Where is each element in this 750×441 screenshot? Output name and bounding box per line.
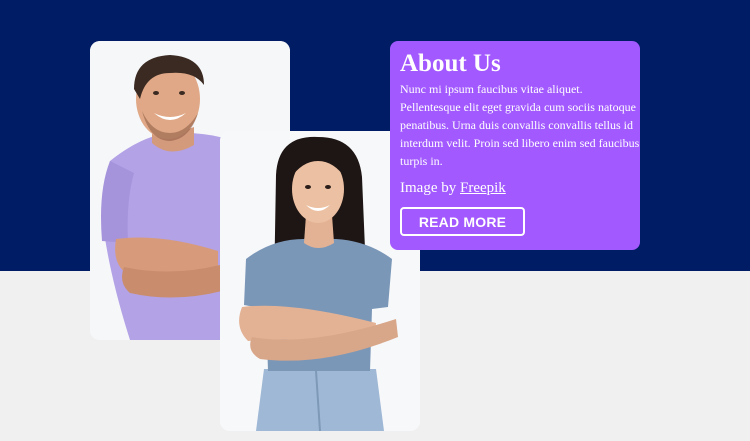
image-credit-prefix: Image by [400,180,460,196]
about-card: About Us Nunc mi ipsum faucibus vitae al… [390,41,640,250]
image-credit: Image by Freepik [400,179,640,197]
about-description: Nunc mi ipsum faucibus vitae aliquet. Pe… [400,82,640,168]
about-title: About Us [400,50,501,77]
read-more-label: READ MORE [418,213,507,230]
read-more-button[interactable]: READ MORE [400,207,525,236]
freepik-link[interactable]: Freepik [460,180,506,196]
